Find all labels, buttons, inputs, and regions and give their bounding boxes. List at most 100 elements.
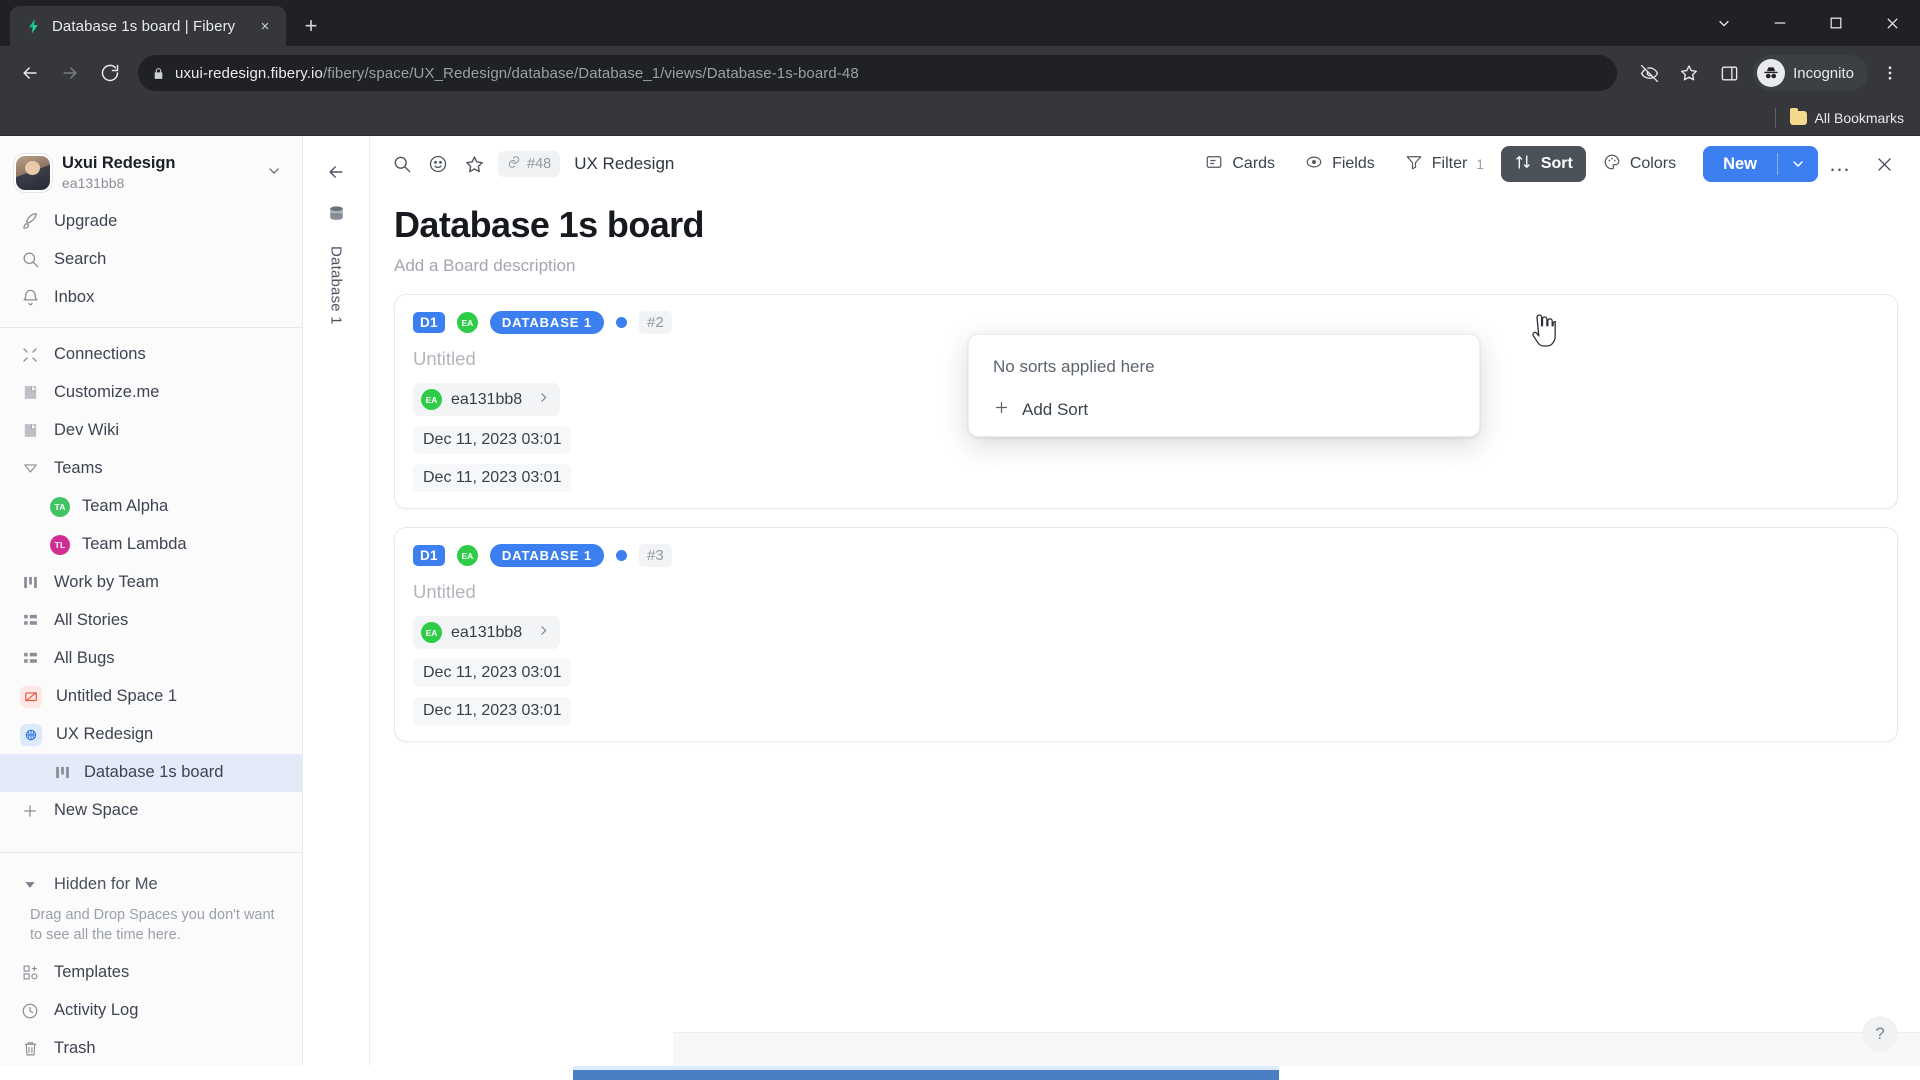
sidebar-item-untitled-space-1[interactable]: Untitled Space 1 <box>0 678 302 716</box>
chevron-down-icon[interactable] <box>266 163 288 184</box>
sidebar-group-hidden-for-me[interactable]: Hidden for Me <box>0 867 302 903</box>
sidebar-item-team-lambda[interactable]: TL Team Lambda <box>0 526 302 564</box>
grid-icon <box>20 611 40 631</box>
space-icon-red <box>20 685 42 708</box>
sidebar-item-activity-log[interactable]: Activity Log <box>0 992 302 1030</box>
trash-icon <box>20 1039 40 1059</box>
workspace-name: Uxui Redesign <box>62 154 176 172</box>
minimize-icon[interactable] <box>1752 0 1808 46</box>
owner-chip[interactable]: EA ea131bb8 <box>413 616 561 650</box>
sidebar-item-ux-redesign[interactable]: UX Redesign <box>0 716 302 754</box>
more-options-button[interactable]: … <box>1822 146 1858 182</box>
window-controls <box>1696 0 1920 46</box>
page-title[interactable]: Database 1s board <box>394 204 1898 246</box>
emoji-icon[interactable] <box>420 146 456 182</box>
sidebar-item-team-alpha[interactable]: TA Team Alpha <box>0 488 302 526</box>
database-icon[interactable] <box>327 204 346 228</box>
add-sort-button[interactable]: Add Sort <box>969 377 1479 426</box>
card-header: D1 EA DATABASE 1 #3 <box>413 544 1879 568</box>
chevron-down-icon[interactable] <box>1696 0 1752 46</box>
sidebar-item-upgrade[interactable]: Upgrade <box>0 203 302 241</box>
entity-id-chip[interactable]: #48 <box>498 151 561 177</box>
eye-off-icon[interactable] <box>1631 55 1667 91</box>
collapse-triangle-icon <box>20 459 40 479</box>
sort-button[interactable]: Sort <box>1500 146 1586 182</box>
chevron-right-icon[interactable] <box>537 391 550 409</box>
hidden-for-me-note: Drag and Drop Spaces you don't want to s… <box>30 906 275 944</box>
board-description-placeholder[interactable]: Add a Board description <box>394 256 1898 276</box>
sidebar-item-all-stories[interactable]: All Stories <box>0 602 302 640</box>
tab-strip: Database 1s board | Fibery × + <box>0 0 1920 46</box>
fields-label: Fields <box>1332 155 1375 172</box>
cards-label: Cards <box>1232 155 1276 172</box>
avatar: EA <box>456 545 478 567</box>
clock-icon <box>20 1001 40 1021</box>
side-panel-icon[interactable] <box>1711 55 1747 91</box>
board-header: Database 1s board Add a Board descriptio… <box>370 192 1920 276</box>
sidebar-item-customize-me[interactable]: Customize.me <box>0 374 302 412</box>
sidebar-item-templates[interactable]: Templates <box>0 954 302 992</box>
sidebar-item-work-by-team[interactable]: Work by Team <box>0 564 302 602</box>
new-button[interactable]: New <box>1703 146 1818 182</box>
new-tab-button[interactable]: + <box>294 9 328 43</box>
chevron-down-icon[interactable] <box>1778 146 1818 182</box>
avatar: TA <box>50 496 70 517</box>
address-bar[interactable]: uxui-redesign.fibery.io/fibery/space/UX_… <box>138 55 1618 91</box>
board-icon <box>52 763 72 783</box>
bell-icon <box>20 288 40 308</box>
back-arrow-icon[interactable] <box>322 158 350 186</box>
sidebar-item-trash[interactable]: Trash <box>0 1030 302 1068</box>
rail-label[interactable]: Database 1 <box>328 246 345 325</box>
workspace-switcher[interactable]: Uxui Redesign ea131bb8 <box>0 144 302 203</box>
browser-tab[interactable]: Database 1s board | Fibery × <box>10 6 286 46</box>
reload-icon[interactable] <box>92 55 128 91</box>
owner-name: ea131bb8 <box>451 390 523 408</box>
sidebar-item-all-bugs[interactable]: All Bugs <box>0 640 302 678</box>
sidebar-item-inbox[interactable]: Inbox <box>0 279 302 317</box>
forward-arrow-icon[interactable] <box>52 55 88 91</box>
card[interactable]: D1 EA DATABASE 1 #3 Untitled EA ea131bb8 <box>394 527 1898 743</box>
star-icon[interactable] <box>1671 55 1707 91</box>
browser-window: Database 1s board | Fibery × + uxui-rede… <box>0 0 1920 1080</box>
search-icon[interactable] <box>384 146 420 182</box>
sidebar-item-search[interactable]: Search <box>0 241 302 279</box>
horizontal-scrollbar-thumb[interactable] <box>573 1070 1279 1080</box>
sidebar-item-label: New Space <box>54 801 139 820</box>
created-date: Dec 11, 2023 03:01 <box>413 659 572 688</box>
cards-button[interactable]: Cards <box>1192 146 1288 182</box>
sidebar-group-teams[interactable]: Teams <box>0 450 302 488</box>
status-dot <box>616 317 627 329</box>
incognito-indicator[interactable]: Incognito <box>1753 55 1868 91</box>
help-button[interactable]: ? <box>1862 1016 1898 1052</box>
sidebar-item-label: Activity Log <box>54 1001 139 1020</box>
back-arrow-icon[interactable] <box>12 55 48 91</box>
lock-icon <box>152 67 165 80</box>
tab-close-icon[interactable]: × <box>254 15 276 37</box>
three-dot-menu-icon[interactable] <box>1872 55 1908 91</box>
sidebar-item-database-1s-board[interactable]: Database 1s board <box>0 753 302 792</box>
sidebar-item-label: All Bugs <box>54 649 115 668</box>
sidebar-item-connections[interactable]: Connections <box>0 336 302 374</box>
maximize-icon[interactable] <box>1808 0 1864 46</box>
avatar: EA <box>421 622 442 644</box>
sidebar-item-dev-wiki[interactable]: Dev Wiki <box>0 412 302 450</box>
sidebar-item-label: Dev Wiki <box>54 421 120 440</box>
fields-button[interactable]: Fields <box>1292 146 1388 182</box>
all-bookmarks-button[interactable]: All Bookmarks <box>1789 107 1904 126</box>
filter-icon <box>1405 153 1423 176</box>
close-view-button[interactable] <box>1866 146 1902 182</box>
board-bottom-strip <box>673 1032 1920 1066</box>
colors-button[interactable]: Colors <box>1590 146 1689 182</box>
star-icon[interactable] <box>456 146 492 182</box>
workspace-user: ea131bb8 <box>62 174 125 191</box>
sidebar-item-new-space[interactable]: New Space <box>0 792 302 830</box>
cards-icon <box>1205 153 1223 176</box>
sidebar-item-label: Customize.me <box>54 383 160 402</box>
plus-icon <box>993 399 1010 420</box>
close-icon[interactable] <box>1864 0 1920 46</box>
sidebar-item-label: Hidden for Me <box>54 875 158 894</box>
sidebar-divider <box>0 326 302 328</box>
owner-chip[interactable]: EA ea131bb8 <box>413 383 561 417</box>
filter-button[interactable]: Filter 1 <box>1392 146 1497 182</box>
chevron-right-icon[interactable] <box>537 624 550 642</box>
